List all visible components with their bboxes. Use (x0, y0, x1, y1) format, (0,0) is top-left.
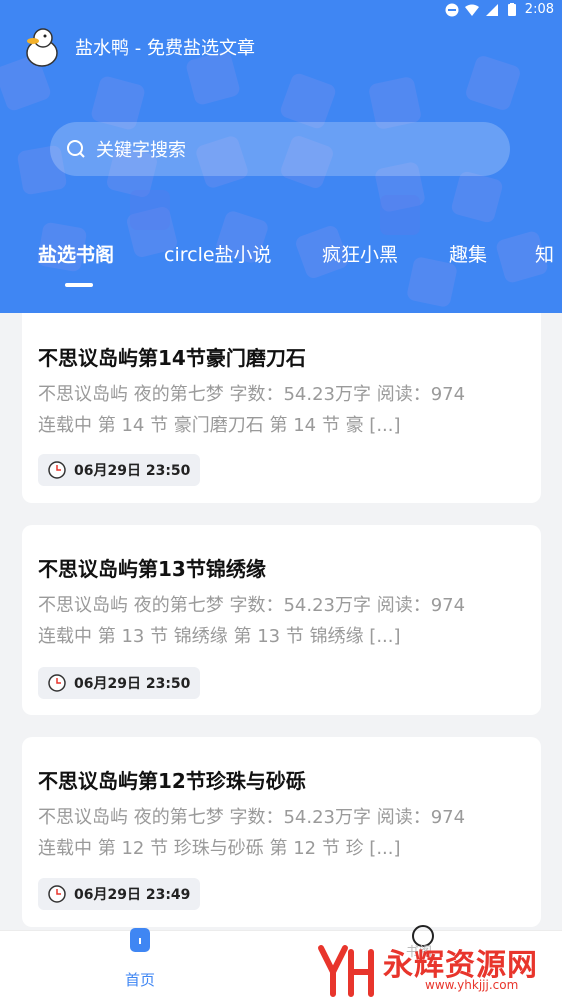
article-card[interactable]: 不思议岛屿第12节珍珠与砂砾 不思议岛屿 夜的第七梦 字数：54.23万字 阅读… (22, 737, 541, 927)
article-title: 不思议岛屿第13节锦绣缘 (38, 557, 266, 581)
article-time: 06月29日 23:50 (74, 676, 191, 692)
tab-yanxuan-shuge[interactable]: 盐选书阁 (38, 240, 114, 267)
article-desc: 不思议岛屿 夜的第七梦 字数：54.23万字 阅读：974 连载中 第 13 节… (38, 590, 533, 652)
article-time: 06月29日 23:50 (74, 463, 191, 479)
search-placeholder: 关键字搜索 (96, 140, 186, 161)
watermark-logo (318, 945, 374, 997)
duck-logo-icon (26, 28, 58, 67)
search-icon (67, 140, 85, 158)
home-tab-icon[interactable] (129, 927, 151, 953)
article-title: 不思议岛屿第14节豪门磨刀石 (38, 346, 306, 370)
wifi-icon (464, 4, 479, 16)
article-desc-line: 连载中 第 13 节 锦绣缘 第 13 节 锦绣缘 [...] (38, 626, 401, 647)
clock-icon (48, 885, 66, 903)
watermark-url: www.yhkjjj.com (425, 978, 519, 992)
article-desc: 不思议岛屿 夜的第七梦 字数：54.23万字 阅读：974 连载中 第 14 节… (38, 379, 533, 441)
article-desc-line: 不思议岛屿 夜的第七梦 字数：54.23万字 阅读：974 (38, 595, 466, 616)
status-bar: 2:08 (0, 0, 562, 24)
header: 2:08 盐水鸭 - 免费盐选文章 关键字搜索 盐选书阁 circle盐小说 疯… (0, 0, 562, 313)
active-tab-indicator (65, 283, 93, 287)
article-desc-line: 连载中 第 12 节 珍珠与砂砾 第 12 节 珍 [...] (38, 838, 401, 859)
app-title: 盐水鸭 - 免费盐选文章 (75, 38, 255, 59)
do-not-disturb-icon (445, 3, 459, 16)
tab-zhi[interactable]: 知 (535, 240, 554, 267)
category-tabs: 盐选书阁 circle盐小说 疯狂小黑 趣集 知 (0, 240, 562, 290)
clock-icon (48, 461, 66, 479)
article-desc-line: 不思议岛屿 夜的第七梦 字数：54.23万字 阅读：974 (38, 807, 466, 828)
article-time-chip: 06月29日 23:50 (38, 454, 201, 486)
app-bar: 盐水鸭 - 免费盐选文章 (0, 24, 562, 70)
search-bar[interactable]: 关键字搜索 (50, 122, 510, 176)
status-time: 2:08 (524, 2, 554, 17)
watermark: 永辉资源网 www.yhkjjj.com (315, 938, 560, 1000)
article-card[interactable]: 不思议岛屿第13节锦绣缘 不思议岛屿 夜的第七梦 字数：54.23万字 阅读：9… (22, 525, 541, 715)
article-time-chip: 06月29日 23:49 (38, 878, 201, 910)
signal-icon (485, 3, 498, 16)
battery-icon (507, 2, 516, 16)
article-time: 06月29日 23:49 (74, 887, 191, 903)
article-desc-line: 不思议岛屿 夜的第七梦 字数：54.23万字 阅读：974 (38, 384, 466, 405)
article-title: 不思议岛屿第12节珍珠与砂砾 (38, 769, 306, 793)
article-desc-line: 连载中 第 14 节 豪门磨刀石 第 14 节 豪 [...] (38, 415, 401, 436)
clock-icon (48, 674, 66, 692)
tab-fengkuang[interactable]: 疯狂小黑 (322, 240, 398, 267)
article-card[interactable]: 不思议岛屿第14节豪门磨刀石 不思议岛屿 夜的第七梦 字数：54.23万字 阅读… (22, 313, 541, 503)
tab-quji[interactable]: 趣集 (449, 240, 487, 267)
home-tab-label[interactable]: 首页 (125, 969, 155, 990)
tab-circle[interactable]: circle盐小说 (164, 240, 272, 267)
article-time-chip: 06月29日 23:50 (38, 667, 201, 699)
article-desc: 不思议岛屿 夜的第七梦 字数：54.23万字 阅读：974 连载中 第 12 节… (38, 802, 533, 864)
